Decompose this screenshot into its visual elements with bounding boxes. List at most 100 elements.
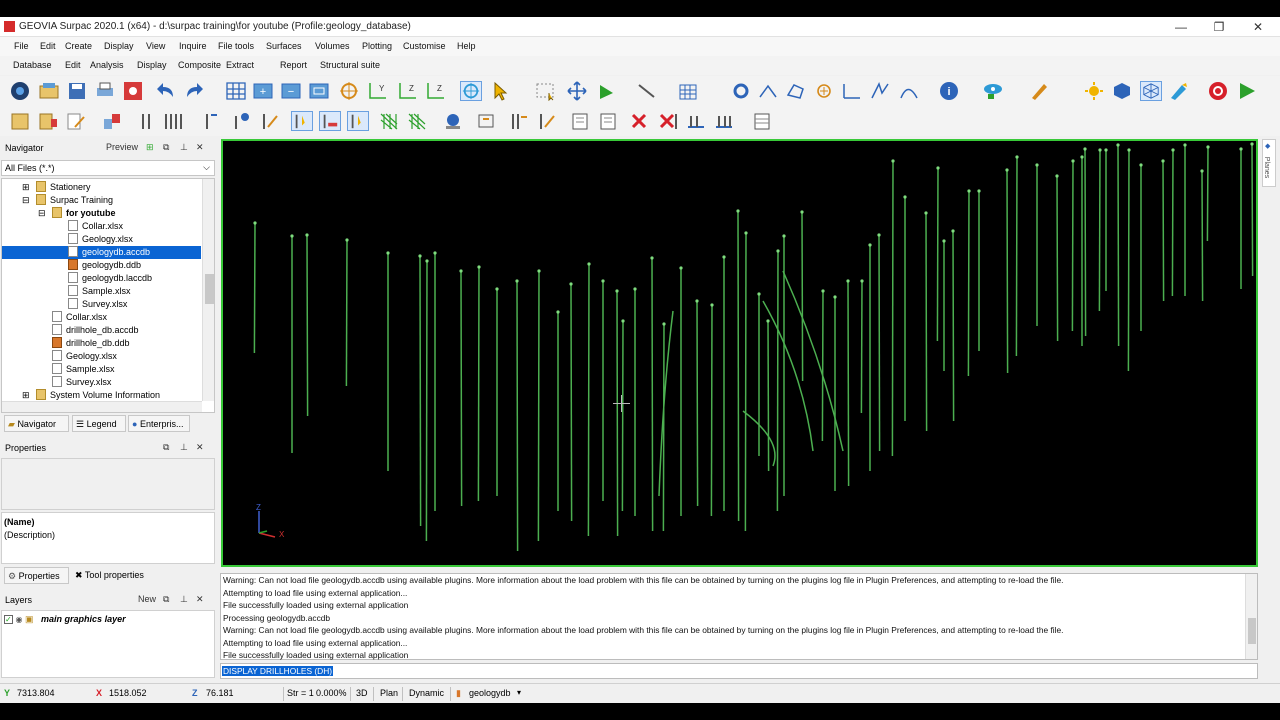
drillhole-trace[interactable] — [767, 320, 770, 472]
drillhole-trace[interactable] — [1098, 149, 1101, 312]
drillhole-trace[interactable] — [776, 250, 779, 512]
navigator-close-icon[interactable]: ✕ — [196, 142, 204, 153]
drillhole-trace-curved[interactable] — [658, 310, 674, 497]
report-icon[interactable] — [569, 111, 591, 131]
extract-icon[interactable] — [507, 111, 529, 131]
delete-hole-icon[interactable] — [629, 111, 651, 131]
drillhole-trace[interactable] — [952, 230, 955, 422]
curve-icon[interactable] — [898, 81, 920, 101]
open-folder-icon[interactable] — [38, 81, 60, 101]
drillhole-trace[interactable] — [537, 270, 540, 542]
settings-red-icon[interactable] — [122, 81, 144, 101]
drillhole-trace[interactable] — [1056, 175, 1059, 342]
tab-tool-properties[interactable]: ✖ Tool properties — [72, 567, 156, 584]
drillhole-trace[interactable] — [737, 210, 740, 522]
close-button[interactable]: ✕ — [1239, 17, 1277, 37]
play-green-icon[interactable] — [596, 81, 618, 101]
select-pointer-icon[interactable] — [490, 81, 512, 101]
composite-icon[interactable] — [475, 111, 497, 131]
scrollbar-thumb[interactable] — [205, 274, 214, 304]
layer-checkbox[interactable]: ✓ — [4, 615, 13, 624]
drillhole-trace[interactable] — [419, 255, 422, 527]
properties-close-icon[interactable]: ✕ — [196, 442, 204, 453]
drillhole-info-icon[interactable] — [230, 111, 252, 131]
drillhole-select-icon[interactable] — [291, 111, 313, 131]
tree-item-for-youtube[interactable]: for youtube — [52, 207, 116, 220]
light-icon[interactable] — [1083, 81, 1105, 101]
menu-file[interactable]: File — [14, 41, 29, 51]
tree-item-geologydb-accdb[interactable]: geologydb.accdb — [2, 246, 201, 259]
drillhole-trace[interactable] — [821, 290, 824, 442]
drillhole-trace[interactable] — [801, 211, 804, 382]
drillhole-trace[interactable] — [744, 232, 747, 532]
add-point-icon[interactable] — [813, 81, 835, 101]
scrollbar-thumb[interactable] — [1248, 618, 1256, 644]
target-icon[interactable] — [338, 81, 360, 101]
tree-vertical-scrollbar[interactable] — [202, 179, 214, 401]
info-icon[interactable]: i — [938, 81, 960, 101]
db-display-icon[interactable] — [101, 111, 123, 131]
drillhole-trace[interactable] — [1171, 149, 1174, 297]
menu-create[interactable]: Create — [65, 41, 92, 51]
drillhole-trace[interactable] — [967, 190, 970, 377]
tree-item-surpac-training[interactable]: Surpac Training — [36, 194, 113, 207]
string-number[interactable]: Str = 1 — [287, 688, 314, 698]
section-grid-icon[interactable] — [378, 111, 400, 131]
paint-icon[interactable] — [1168, 81, 1190, 101]
tab-legend[interactable]: ☰ Legend — [72, 415, 126, 432]
float-icon[interactable]: ⧉ — [163, 442, 169, 453]
tab-navigator[interactable]: ▰ Navigator — [4, 415, 69, 432]
tree-item-drillhole-db-ddb[interactable]: drillhole_db.ddb — [52, 337, 130, 350]
run-macro-icon[interactable] — [1236, 81, 1258, 101]
active-database[interactable]: geologydb — [469, 688, 511, 698]
surpac-logo-icon[interactable] — [9, 81, 31, 101]
box-select-icon[interactable] — [535, 81, 557, 101]
drillhole-trace[interactable] — [1127, 149, 1130, 372]
drillhole-trace-curved[interactable] — [762, 300, 814, 452]
graphics-viewport[interactable]: Z X — [221, 139, 1258, 567]
file-filter-select[interactable]: All Files (*.*) ⌵ — [1, 160, 215, 176]
report-multi-icon[interactable] — [597, 111, 619, 131]
drillhole-trace[interactable] — [925, 212, 928, 432]
stop-record-icon[interactable] — [1207, 81, 1229, 101]
polygon-icon[interactable] — [785, 81, 807, 101]
minimize-button[interactable]: — — [1162, 17, 1200, 37]
preview-toggle-icon[interactable]: ⊞ — [146, 142, 154, 153]
menu-volumes[interactable]: Volumes — [315, 41, 350, 51]
gear-icon[interactable] — [730, 81, 752, 101]
drillhole-trace[interactable] — [587, 263, 590, 537]
float-icon[interactable]: ⧉ — [163, 594, 169, 605]
tree-item-geology-xlsx[interactable]: Geology.xlsx — [68, 233, 133, 246]
menu-display[interactable]: Display — [104, 41, 134, 51]
menu-db-display[interactable]: Display — [137, 60, 167, 70]
menu-composite[interactable]: Extract — [226, 60, 254, 70]
extract-edit-icon[interactable] — [535, 111, 557, 131]
dynamic-toggle[interactable]: Dynamic — [409, 688, 444, 698]
grid-snap-icon[interactable] — [678, 81, 700, 101]
pin-icon[interactable]: ⊥ — [180, 442, 188, 453]
axis-yx-icon[interactable]: Y — [366, 81, 388, 101]
drillhole-trace[interactable] — [425, 260, 428, 542]
drillhole-trace[interactable] — [1251, 143, 1254, 277]
tab-properties[interactable]: ⚙ Properties — [4, 567, 69, 584]
tree-item-geology-xlsx-root[interactable]: Geology.xlsx — [52, 350, 117, 363]
move-icon[interactable] — [566, 81, 588, 101]
drillhole-trace[interactable] — [878, 234, 881, 452]
digitise-icon[interactable] — [757, 81, 779, 101]
drillhole-trace[interactable] — [936, 167, 939, 342]
query-info-icon[interactable] — [442, 111, 464, 131]
drillhole-trace[interactable] — [306, 234, 309, 417]
tree-item-stationery[interactable]: Stationery — [36, 181, 91, 194]
menu-plotting[interactable]: Plotting — [362, 41, 392, 51]
tree-item-survey-xlsx[interactable]: Survey.xlsx — [68, 298, 127, 311]
layers-close-icon[interactable]: ✕ — [196, 594, 204, 605]
menu-file-tools[interactable]: File tools — [218, 41, 254, 51]
menu-db-edit[interactable]: Edit — [65, 60, 81, 70]
tree-horizontal-scrollbar[interactable] — [2, 401, 202, 412]
tree-item-geologydb-ddb[interactable]: geologydb.ddb — [68, 259, 141, 272]
drillhole-trace[interactable] — [345, 239, 348, 387]
drillhole-trace[interactable] — [516, 280, 519, 552]
layer-row[interactable]: ✓ ◉ ▣ main graphics layer — [4, 614, 126, 628]
pin-icon[interactable]: ⊥ — [180, 142, 188, 153]
db-open-icon[interactable] — [9, 111, 31, 131]
